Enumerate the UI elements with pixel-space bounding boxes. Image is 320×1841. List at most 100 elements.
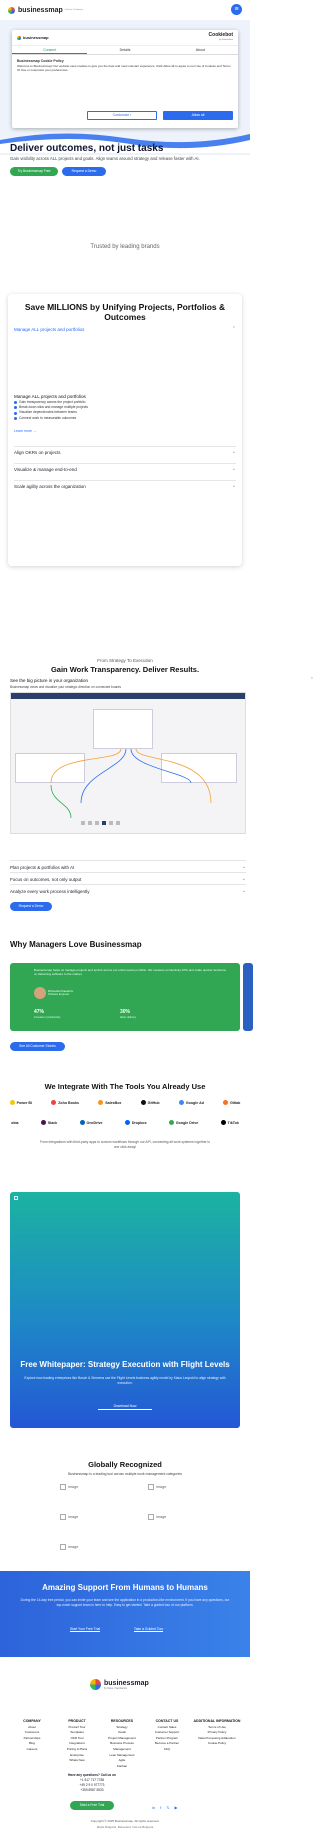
chevron-down-icon: ⌄: [231, 466, 236, 472]
footer-col: PRODUCT Product Tour Templates OKR Tool Int…: [57, 1719, 97, 1764]
logo-icon: [8, 6, 15, 14]
learn-more-link[interactable]: Learn more →: [14, 429, 36, 433]
whitepaper-text: Explore how leading enterprises like Bos…: [24, 1376, 226, 1385]
award-image: image: [148, 1514, 166, 1520]
accordion-item[interactable]: Align OKRs on projects ⌄: [14, 446, 236, 463]
integration-name: Power Bi: [16, 1100, 32, 1105]
customer-stories-button[interactable]: See All Customer Stories: [10, 1042, 65, 1051]
accordion-item[interactable]: Visualize & manage end-to-end ⌄: [14, 463, 236, 480]
globally-title: Globally Recognized: [88, 1460, 162, 1469]
strategy-item[interactable]: Analyze every work process intelligently…: [10, 884, 246, 896]
try-free-button[interactable]: Try Businessmap Free: [10, 167, 58, 176]
footer-link[interactable]: Whats New: [57, 1758, 97, 1764]
cookiebot-sub: by Usercentrics: [219, 38, 233, 41]
accordion-label: Align OKRs on projects: [14, 450, 61, 455]
chevron-down-icon: ⌄: [241, 888, 246, 894]
integration-logo: okta: [11, 1121, 18, 1125]
chevron-down-icon: ⌄: [231, 449, 236, 455]
image-label: image: [156, 1485, 167, 1489]
feature-list: Gain transparency across the project por…: [14, 400, 88, 421]
chevron-up-icon: ⌃: [231, 326, 236, 332]
accordion-label: Visualize & manage end-to-end: [14, 467, 77, 472]
menu-icon[interactable]: ≡: [231, 4, 242, 15]
accordion-open-label: Manage ALL projects and portfolios: [14, 327, 85, 332]
made-in: Made Bulgaria, Belvedere Vienna Bulgaria: [96, 1825, 154, 1829]
integration-name: Google Drive: [175, 1120, 199, 1125]
image-icon: [14, 1196, 18, 1200]
accordion-item[interactable]: Scale agility across the organization ⌄: [14, 480, 236, 497]
integration-logo: Power Bi: [9, 1100, 32, 1105]
globally-subtitle: Businessmap is a leading tool across mul…: [68, 1472, 182, 1476]
integration-logos-row: Power Bi Zoho Books SalesBox GitHub Goog…: [0, 1100, 250, 1105]
cookiebot-logo: Cookiebot by Usercentrics: [208, 31, 233, 43]
feature-item: Connect work to measurable outcomes: [14, 416, 88, 421]
allow-all-button[interactable]: Allow all: [163, 111, 233, 120]
unify-card: Save MILLIONS by Unifying Projects, Port…: [8, 294, 242, 566]
integration-logo: SalesBox: [98, 1100, 121, 1105]
cookie-title: Businessmap Cookie Policy: [17, 59, 64, 63]
integration-name: GitHub: [147, 1100, 160, 1105]
request-demo-button[interactable]: Request a Demo: [62, 167, 106, 176]
strategy-item[interactable]: Focus on outcomes, not only output ⌄: [10, 872, 246, 884]
footer-logo[interactable]: businessmap by Nave / Kanbanize: [90, 1679, 149, 1690]
twitter-icon[interactable]: 𝕏: [166, 1805, 169, 1810]
free-trial-link[interactable]: Start Your Free Trial: [70, 1627, 101, 1632]
chevron-up-icon[interactable]: ⌃: [310, 677, 314, 683]
award-image: image: [148, 1484, 166, 1490]
social-links: in f 𝕏 ▶: [152, 1805, 178, 1810]
integration-logo: Zoho Books: [51, 1100, 79, 1105]
tab-consent[interactable]: Consent: [12, 46, 88, 54]
cookie-brand: businessmap: [17, 35, 49, 40]
strategy-title: Gain Work Transparency. Deliver Results.: [50, 665, 200, 674]
image-label: image: [68, 1545, 79, 1549]
footer-trial-button[interactable]: Start a Free Trial: [70, 1801, 114, 1810]
stat-value: 47%: [34, 1009, 45, 1015]
integration-name: okta: [11, 1120, 19, 1125]
facebook-icon[interactable]: f: [160, 1805, 161, 1810]
testimonial-card[interactable]: Businessmap helps us manage projects and…: [10, 963, 240, 1031]
tab-about[interactable]: About: [163, 46, 238, 54]
cookie-brand-label: businessmap: [23, 35, 49, 40]
guided-tour-link[interactable]: Take a Guided Tour: [134, 1627, 164, 1632]
strategy-open-item[interactable]: See the big picture in your organization: [10, 678, 88, 683]
footer-link[interactable]: Careers: [12, 1747, 52, 1753]
dependency-lines: [50, 748, 212, 819]
brand-sub: by Nave / Kanbanize: [64, 9, 84, 11]
youtube-icon[interactable]: ▶: [174, 1805, 177, 1810]
footer-link[interactable]: FAQ: [147, 1747, 187, 1753]
feature-title: Manage ALL projects and portfolios: [14, 394, 86, 399]
support-title: Amazing Support From Humans to Humans: [42, 1583, 208, 1592]
logo-icon: [90, 1679, 101, 1690]
phone-number[interactable]: +359 8987 5533: [62, 1788, 122, 1793]
footer-col: CONTACT US Contact Sales Customer Support…: [147, 1719, 187, 1753]
trusted-heading: Trusted by leading brands: [90, 244, 160, 250]
integration-name: Slack: [47, 1120, 58, 1125]
avatar: [34, 987, 46, 999]
strategy-item-label: Focus on outcomes, not only output: [10, 877, 82, 882]
questions-label: Have any questions? Call us on: [67, 1773, 116, 1777]
stat-value: 30%: [120, 1009, 131, 1015]
linkedin-icon[interactable]: in: [152, 1805, 155, 1810]
cookie-dialog: businessmap Cookiebot by Usercentrics Con…: [12, 30, 238, 128]
integrations-title: We Integrate With The Tools You Already …: [44, 1082, 206, 1091]
integration-name: Gitlab: [230, 1100, 241, 1105]
integration-name: Dropbox: [131, 1120, 147, 1125]
footer-link[interactable]: Kanban: [102, 1764, 142, 1770]
site-header: businessmap by Nave / Kanbanize ≡: [0, 0, 250, 20]
strategy-demo-button[interactable]: Request a Demo: [10, 902, 52, 911]
strategy-item-label: Analyze every work process intelligently: [10, 889, 90, 894]
customize-button[interactable]: Customize ›: [87, 111, 157, 120]
award-image: image: [60, 1544, 78, 1550]
brand-name[interactable]: businessmap: [18, 7, 63, 14]
footer-link[interactable]: Business Process Management: [102, 1741, 142, 1752]
cookiebot-label: Cookiebot: [208, 31, 233, 38]
testimonial-card-next[interactable]: [243, 963, 253, 1031]
whitepaper-banner: Free Whitepaper: Strategy Execution with…: [10, 1192, 240, 1428]
accordion-open[interactable]: Manage ALL projects and portfolios ⌃: [14, 324, 236, 334]
tab-details[interactable]: Details: [87, 46, 162, 54]
footer-link[interactable]: Cookie Policy: [192, 1741, 242, 1747]
strategy-item[interactable]: Plan projects & portfolios with AI ⌄: [10, 860, 246, 872]
download-button[interactable]: Download Now: [98, 1402, 152, 1410]
chevron-down-icon: ⌄: [241, 876, 246, 882]
screenshot-pager[interactable]: [81, 821, 120, 825]
